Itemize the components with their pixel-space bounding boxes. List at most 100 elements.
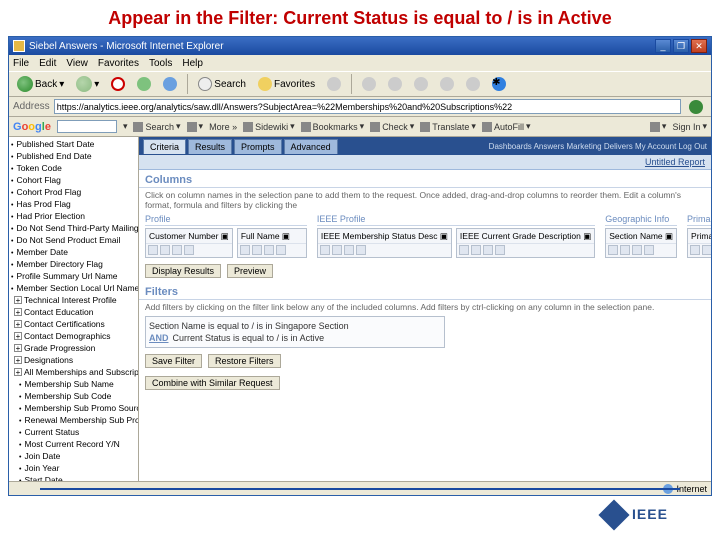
google-sidewiki-item[interactable]: Sidewiki▾ — [243, 121, 295, 132]
tree-folder[interactable]: +Designations — [11, 355, 136, 367]
print-button[interactable] — [384, 75, 406, 93]
column-action-icon[interactable] — [264, 245, 274, 255]
tree-field[interactable]: Member Date — [11, 247, 136, 259]
back-button[interactable]: Back▾ — [13, 74, 68, 94]
google-autofill-item[interactable]: AutoFill▾ — [482, 121, 531, 132]
edit-button[interactable] — [410, 75, 432, 93]
tree-field[interactable]: Current Status — [11, 427, 136, 439]
column-action-icon[interactable] — [320, 245, 330, 255]
bluetooth-button[interactable]: ✱ — [488, 75, 510, 93]
column-action-icon[interactable] — [495, 245, 505, 255]
column-action-icon[interactable] — [148, 245, 158, 255]
tree-field[interactable]: Has Prod Flag — [11, 199, 136, 211]
column-action-icon[interactable] — [620, 245, 630, 255]
tree-field[interactable]: Cohort Flag — [11, 175, 136, 187]
column-action-icon[interactable] — [356, 245, 366, 255]
top-nav-links[interactable]: Dashboards Answers Marketing Delivers My… — [489, 142, 707, 151]
column-action-icon[interactable] — [702, 245, 711, 255]
tree-field[interactable]: Do Not Send Third-Party Mailing Flag — [11, 223, 136, 235]
column-action-icon[interactable] — [172, 245, 182, 255]
history-button[interactable] — [323, 75, 345, 93]
google-bookmarks-item[interactable]: Bookmarks▾ — [301, 121, 365, 132]
tree-folder[interactable]: +Contact Demographics — [11, 331, 136, 343]
tree-field[interactable]: Join Year — [11, 463, 136, 475]
google-check-item[interactable]: Check▾ — [370, 121, 414, 132]
tree-field[interactable]: Profile Summary Url Name — [11, 271, 136, 283]
tree-field[interactable]: Membership Sub Code — [11, 391, 136, 403]
menu-edit[interactable]: Edit — [39, 58, 56, 69]
tree-folder[interactable]: +All Memberships and Subscriptions — [11, 367, 136, 379]
display-results-button[interactable]: Display Results — [145, 264, 221, 278]
column-action-icon[interactable] — [184, 245, 194, 255]
google-translate-item[interactable]: Translate▾ — [420, 121, 476, 132]
column-item[interactable]: Full Name ▣ — [237, 228, 307, 258]
tree-field[interactable]: Do Not Send Product Email — [11, 235, 136, 247]
tree-folder[interactable]: +Contact Education — [11, 307, 136, 319]
tree-field[interactable]: Had Prior Election — [11, 211, 136, 223]
window-maximize-button[interactable]: ❐ — [673, 39, 689, 53]
favorites-button[interactable]: Favorites — [254, 75, 319, 93]
google-search-input[interactable] — [57, 120, 117, 133]
column-action-icon[interactable] — [160, 245, 170, 255]
address-input[interactable] — [54, 99, 681, 114]
filter-line-2[interactable]: ANDCurrent Status is equal to / is in Ac… — [149, 332, 441, 344]
column-action-icon[interactable] — [240, 245, 250, 255]
google-logo[interactable]: Google — [13, 121, 51, 133]
subject-tree[interactable]: Published Start DatePublished End DateTo… — [9, 137, 139, 495]
google-more-item[interactable]: More » — [209, 122, 237, 132]
tab-prompts[interactable]: Prompts — [234, 139, 282, 154]
google-signin-item[interactable]: Sign In▾ — [672, 121, 707, 132]
tree-folder[interactable]: +Grade Progression — [11, 343, 136, 355]
column-action-icon[interactable] — [344, 245, 354, 255]
menu-view[interactable]: View — [66, 58, 88, 69]
filter-and-operator[interactable]: AND — [149, 333, 169, 343]
column-item[interactable]: IEEE Membership Status Desc ▣ — [317, 228, 452, 258]
column-action-icon[interactable] — [632, 245, 642, 255]
forward-button[interactable]: ▾ — [72, 74, 103, 94]
column-action-icon[interactable] — [471, 245, 481, 255]
stop-button[interactable] — [107, 75, 129, 93]
preview-button[interactable]: Preview — [227, 264, 273, 278]
google-share-item[interactable]: ▾ — [187, 121, 204, 132]
tree-field[interactable]: Renewal Membership Sub Product Code — [11, 415, 136, 427]
restore-filters-button[interactable]: Restore Filters — [208, 354, 281, 368]
window-close-button[interactable]: ✕ — [691, 39, 707, 53]
tree-field[interactable]: Membership Sub Promo Source — [11, 403, 136, 415]
column-item[interactable]: Primary Company Or Affil ▣ — [687, 228, 711, 258]
tree-field[interactable]: Member Section Local Url Name — [11, 283, 136, 295]
google-search-item[interactable]: Search▾ — [133, 121, 180, 132]
search-button[interactable]: Search — [194, 75, 250, 93]
column-item[interactable]: IEEE Current Grade Description ▣ — [456, 228, 595, 258]
tree-folder[interactable]: +Contact Certifications — [11, 319, 136, 331]
filter-line-1[interactable]: Section Name is equal to / is in Singapo… — [149, 320, 441, 332]
column-item[interactable]: Section Name ▣ — [605, 228, 677, 258]
column-action-icon[interactable] — [332, 245, 342, 255]
menu-file[interactable]: File — [13, 58, 29, 69]
menu-help[interactable]: Help — [182, 58, 203, 69]
mail-button[interactable] — [358, 75, 380, 93]
home-button[interactable] — [159, 75, 181, 93]
column-action-icon[interactable] — [276, 245, 286, 255]
refresh-button[interactable] — [133, 75, 155, 93]
tree-field[interactable]: Membership Sub Name — [11, 379, 136, 391]
column-action-icon[interactable] — [690, 245, 700, 255]
google-settings-item[interactable]: ▾ — [650, 121, 667, 132]
window-minimize-button[interactable]: _ — [655, 39, 671, 53]
tab-results[interactable]: Results — [188, 139, 232, 154]
tree-field[interactable]: Published Start Date — [11, 139, 136, 151]
tab-advanced[interactable]: Advanced — [284, 139, 338, 154]
save-filter-button[interactable]: Save Filter — [145, 354, 202, 368]
tree-field[interactable]: Token Code — [11, 163, 136, 175]
column-action-icon[interactable] — [459, 245, 469, 255]
tab-criteria[interactable]: Criteria — [143, 139, 186, 154]
tree-field[interactable]: Cohort Prod Flag — [11, 187, 136, 199]
column-action-icon[interactable] — [483, 245, 493, 255]
column-action-icon[interactable] — [252, 245, 262, 255]
menu-favorites[interactable]: Favorites — [98, 58, 139, 69]
combine-request-button[interactable]: Combine with Similar Request — [145, 376, 280, 390]
tree-folder[interactable]: +Technical Interest Profile — [11, 295, 136, 307]
menu-tools[interactable]: Tools — [149, 58, 172, 69]
messenger-button[interactable] — [436, 75, 458, 93]
go-button[interactable] — [685, 98, 707, 116]
tree-field[interactable]: Most Current Record Y/N — [11, 439, 136, 451]
